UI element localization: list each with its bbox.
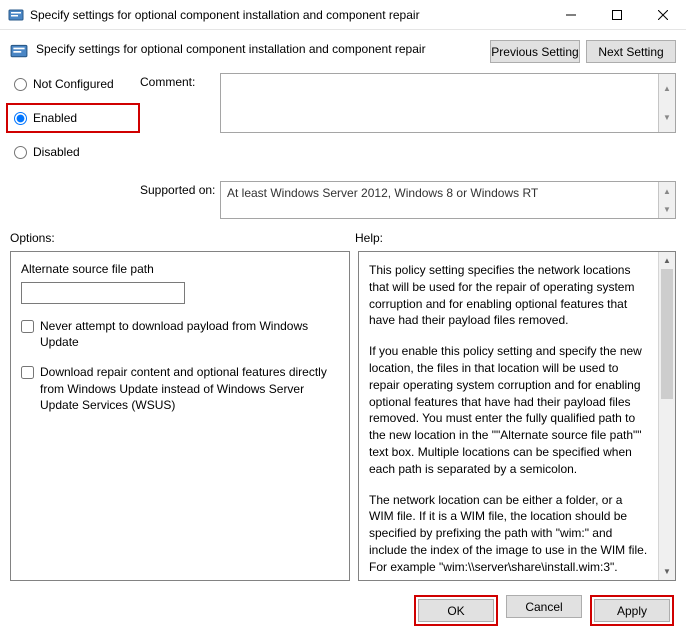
help-p2: If you enable this policy setting and sp…	[369, 343, 648, 477]
policy-icon	[8, 7, 24, 23]
titlebar: Specify settings for optional component …	[0, 0, 686, 30]
highlight-enabled: Enabled	[6, 103, 140, 133]
radio-enabled-input[interactable]	[14, 112, 27, 125]
radio-disabled-label: Disabled	[33, 145, 80, 159]
scroll-up-icon[interactable]: ▲	[659, 252, 675, 269]
cancel-button[interactable]: Cancel	[506, 595, 582, 618]
comment-label: Comment:	[140, 73, 220, 89]
radio-disabled-input[interactable]	[14, 146, 27, 159]
ok-button[interactable]: OK	[418, 599, 494, 622]
radio-not-configured-input[interactable]	[14, 78, 27, 91]
help-text: This policy setting specifies the networ…	[359, 252, 658, 580]
chevron-up-icon[interactable]: ▲	[659, 182, 675, 200]
scroll-thumb[interactable]	[661, 269, 673, 399]
maximize-button[interactable]	[594, 0, 640, 30]
window-controls	[548, 0, 686, 30]
header-row: Specify settings for optional component …	[0, 30, 686, 69]
radio-not-configured[interactable]: Not Configured	[10, 73, 140, 95]
help-scrollbar[interactable]: ▲ ▼	[658, 252, 675, 580]
next-setting-button[interactable]: Next Setting	[586, 40, 676, 63]
highlight-apply: Apply	[590, 595, 674, 626]
direct-wu-checkbox[interactable]	[21, 366, 34, 379]
close-button[interactable]	[640, 0, 686, 30]
radio-not-configured-label: Not Configured	[33, 77, 114, 91]
direct-wu-label: Download repair content and optional fea…	[40, 364, 339, 413]
chevron-down-icon[interactable]: ▼	[659, 200, 675, 218]
previous-setting-button[interactable]: Previous Setting	[490, 40, 580, 63]
radio-enabled-label: Enabled	[33, 111, 77, 125]
alt-path-label: Alternate source file path	[21, 262, 339, 276]
help-p1: This policy setting specifies the networ…	[369, 262, 648, 329]
alt-path-input[interactable]	[21, 282, 185, 304]
comment-field[interactable]: ▲ ▼	[220, 73, 676, 133]
state-radio-group: Not Configured Enabled Disabled	[10, 73, 140, 171]
help-panel: This policy setting specifies the networ…	[358, 251, 676, 581]
minimize-button[interactable]	[548, 0, 594, 30]
supported-field: At least Windows Server 2012, Windows 8 …	[220, 181, 676, 219]
help-label: Help:	[355, 231, 383, 245]
apply-button[interactable]: Apply	[594, 599, 670, 622]
highlight-ok: OK	[414, 595, 498, 626]
window-title: Specify settings for optional component …	[30, 8, 548, 22]
supported-label: Supported on:	[140, 181, 220, 219]
chevron-down-icon[interactable]: ▼	[659, 103, 675, 132]
chevron-up-icon[interactable]: ▲	[659, 74, 675, 103]
options-panel: Alternate source file path Never attempt…	[10, 251, 350, 581]
never-download-checkbox[interactable]	[21, 320, 34, 333]
policy-icon	[10, 42, 28, 60]
header-description: Specify settings for optional component …	[36, 40, 490, 56]
footer-buttons: OK Cancel Apply	[414, 595, 674, 626]
help-p3: The network location can be either a fol…	[369, 492, 648, 576]
scroll-down-icon[interactable]: ▼	[659, 563, 675, 580]
options-label: Options:	[10, 231, 355, 245]
supported-value: At least Windows Server 2012, Windows 8 …	[227, 186, 538, 200]
radio-enabled[interactable]: Enabled	[10, 107, 120, 129]
never-download-label: Never attempt to download payload from W…	[40, 318, 339, 350]
radio-disabled[interactable]: Disabled	[10, 141, 140, 163]
